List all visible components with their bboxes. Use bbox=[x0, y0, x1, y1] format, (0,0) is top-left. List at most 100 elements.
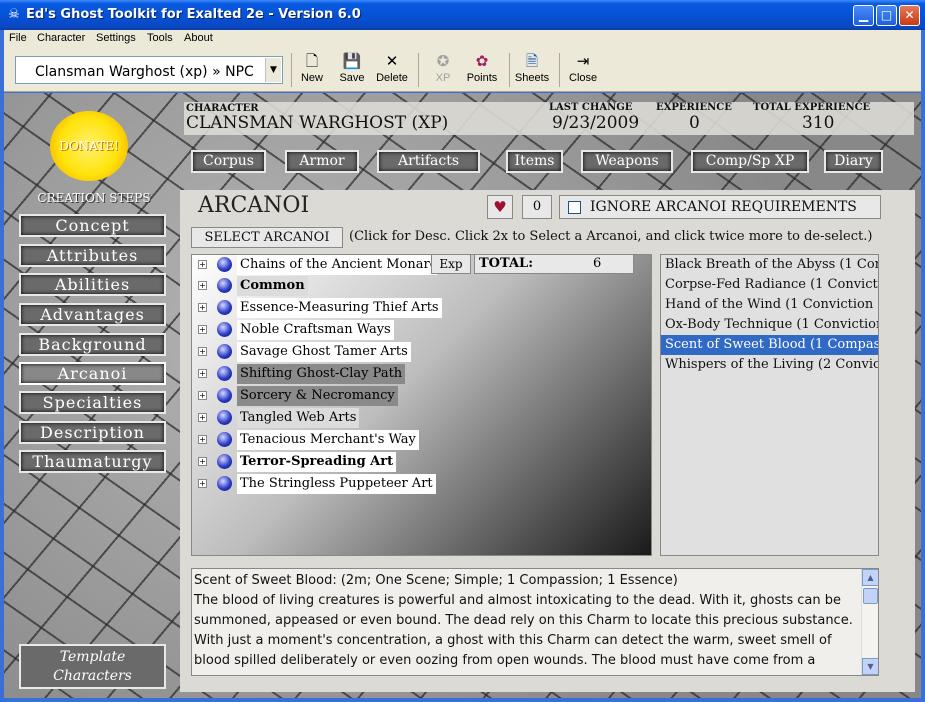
exp-button[interactable]: Exp bbox=[431, 255, 471, 274]
tree-item-label: Tenacious Merchant's Way bbox=[237, 430, 419, 450]
tab-artifacts[interactable]: Artifacts bbox=[377, 150, 480, 173]
points-button-label: Points bbox=[466, 72, 498, 84]
xp-button[interactable]: ✪ XP bbox=[431, 52, 455, 90]
points-button[interactable]: ✿ Points bbox=[466, 52, 498, 90]
menu-about[interactable]: About bbox=[184, 32, 213, 44]
total-experience-value: 310 bbox=[802, 113, 835, 133]
creation-steps-title: CREATION STEPS bbox=[37, 191, 151, 205]
expand-icon[interactable]: + bbox=[198, 435, 207, 444]
list-item[interactable]: Ox-Body Technique (1 Conviction bbox=[661, 315, 878, 335]
scroll-up-button[interactable]: ▲ bbox=[862, 569, 878, 586]
total-experience-label: TOTAL EXPERIENCE bbox=[753, 102, 871, 113]
select-hint: (Click for Desc. Click 2x to Select a Ar… bbox=[349, 229, 873, 244]
nav-concept[interactable]: Concept bbox=[19, 214, 166, 237]
character-name: CLANSMAN WARGHOST (XP) bbox=[186, 113, 449, 133]
expand-icon[interactable]: + bbox=[198, 281, 207, 290]
tree-item-label: Common bbox=[237, 276, 308, 296]
experience-value: 0 bbox=[689, 113, 700, 133]
favorite-heart-button[interactable]: ♥ bbox=[487, 195, 513, 219]
menu-settings[interactable]: Settings bbox=[96, 32, 136, 44]
save-button[interactable]: 💾 Save bbox=[339, 52, 365, 90]
donate-button[interactable]: DONATE! bbox=[50, 111, 128, 181]
list-item-selected[interactable]: Scent of Sweet Blood (1 Compassion bbox=[661, 335, 878, 355]
charm-description[interactable]: Scent of Sweet Blood: (2m; One Scene; Si… bbox=[191, 568, 879, 676]
character-select[interactable]: Clansman Warghost (xp) » NPC ▼ bbox=[15, 56, 283, 84]
tab-items[interactable]: Items bbox=[506, 150, 563, 173]
last-change-value: 9/23/2009 bbox=[552, 113, 640, 133]
toolbar-separator bbox=[509, 53, 510, 87]
select-arcanoi-button[interactable]: SELECT ARCANOI bbox=[191, 227, 343, 248]
expand-icon[interactable]: + bbox=[198, 457, 207, 466]
template-characters-button[interactable]: Template Characters bbox=[19, 644, 166, 689]
list-item[interactable]: Corpse-Fed Radiance (1 Conviction bbox=[661, 275, 878, 295]
blue-orb-icon bbox=[217, 322, 232, 337]
expand-icon[interactable]: + bbox=[198, 260, 207, 269]
list-item[interactable]: Hand of the Wind (1 Conviction bbox=[661, 295, 878, 315]
tree-item-label: Sorcery & Necromancy bbox=[237, 386, 398, 406]
expand-icon[interactable]: + bbox=[198, 369, 207, 378]
tree-item-label: Noble Craftsman Ways bbox=[237, 320, 394, 340]
list-item[interactable]: Whispers of the Living (2 Conviction bbox=[661, 355, 878, 375]
sheets-button[interactable]: 🗎 Sheets bbox=[514, 52, 550, 90]
close-button-label: Close bbox=[569, 72, 598, 84]
blue-orb-icon bbox=[217, 257, 232, 272]
total-value: 6 bbox=[593, 256, 602, 271]
expand-icon[interactable]: + bbox=[198, 479, 207, 488]
tab-armor[interactable]: Armor bbox=[285, 150, 359, 173]
window-title: Ed's Ghost Toolkit for Exalted 2e - Vers… bbox=[26, 7, 361, 22]
main-area: DONATE! CREATION STEPS Concept Attribute… bbox=[4, 93, 921, 698]
menu-bar: File Character Settings Tools About bbox=[4, 30, 921, 48]
expand-icon[interactable]: + bbox=[198, 303, 207, 312]
charm-list[interactable]: Black Breath of the Abyss (1 Conviction … bbox=[660, 254, 879, 556]
experience-label: EXPERIENCE bbox=[656, 102, 732, 113]
expand-icon[interactable]: + bbox=[198, 413, 207, 422]
total-label: TOTAL: bbox=[479, 256, 533, 271]
expand-icon[interactable]: + bbox=[198, 347, 207, 356]
tab-corpus[interactable]: Corpus bbox=[191, 150, 266, 173]
tree-item-label: Savage Ghost Tamer Arts bbox=[237, 342, 411, 362]
arcanoi-tree[interactable]: + Chains of the Ancient Monarch + Common… bbox=[191, 254, 652, 556]
maximize-button[interactable]: □ bbox=[876, 5, 897, 26]
blue-orb-icon bbox=[217, 476, 232, 491]
expand-icon[interactable]: + bbox=[198, 391, 207, 400]
toolbar: Clansman Warghost (xp) » NPC ▼ 🗋 New 💾 S… bbox=[4, 48, 921, 92]
nav-advantages[interactable]: Advantages bbox=[19, 303, 166, 326]
new-button[interactable]: 🗋 New bbox=[299, 52, 325, 90]
ignore-requirements-label: IGNORE ARCANOI REQUIREMENTS bbox=[590, 199, 857, 215]
delete-button-label: Delete bbox=[376, 72, 408, 84]
list-item[interactable]: Black Breath of the Abyss (1 Conviction bbox=[661, 255, 878, 275]
tab-diary[interactable]: Diary bbox=[824, 150, 883, 173]
tab-comp-sp-xp[interactable]: Comp/Sp XP bbox=[691, 150, 809, 173]
tab-weapons[interactable]: Weapons bbox=[581, 150, 673, 173]
blue-orb-icon bbox=[217, 300, 232, 315]
nav-specialties[interactable]: Specialties bbox=[19, 391, 166, 414]
minimize-button[interactable]: ▁ bbox=[853, 5, 874, 26]
close-button[interactable]: ⇥ Close bbox=[569, 52, 597, 90]
blue-orb-icon bbox=[217, 366, 232, 381]
description-scrollbar[interactable]: ▲ ▼ bbox=[861, 569, 878, 675]
menu-tools[interactable]: Tools bbox=[147, 32, 173, 44]
delete-icon: ✕ bbox=[385, 53, 399, 70]
description-text: Scent of Sweet Blood: (2m; One Scene; Si… bbox=[194, 573, 853, 668]
nav-arcanoi[interactable]: Arcanoi bbox=[19, 362, 166, 385]
nav-attributes[interactable]: Attributes bbox=[19, 244, 166, 267]
ignore-requirements-checkbox[interactable] bbox=[568, 201, 581, 214]
menu-character[interactable]: Character bbox=[37, 32, 85, 44]
ignore-requirements-toggle[interactable]: IGNORE ARCANOI REQUIREMENTS bbox=[559, 195, 881, 219]
delete-button[interactable]: ✕ Delete bbox=[375, 52, 409, 90]
menu-file[interactable]: File bbox=[9, 32, 27, 44]
nav-description[interactable]: Description bbox=[19, 421, 166, 444]
expand-icon[interactable]: + bbox=[198, 325, 207, 334]
new-document-icon: 🗋 bbox=[305, 53, 319, 70]
ghost-app-icon[interactable]: ☠ bbox=[6, 7, 22, 23]
close-window-button[interactable]: ✕ bbox=[899, 5, 920, 26]
tree-item-label: Chains of the Ancient Monarch bbox=[237, 255, 437, 275]
nav-background[interactable]: Background bbox=[19, 333, 166, 356]
nav-abilities[interactable]: Abilities bbox=[19, 273, 166, 296]
tree-item-label: Terror-Spreading Art bbox=[237, 452, 397, 472]
nav-thaumaturgy[interactable]: Thaumaturgy bbox=[19, 450, 166, 473]
chevron-down-icon[interactable]: ▼ bbox=[265, 58, 281, 82]
blue-orb-icon bbox=[217, 344, 232, 359]
scroll-down-button[interactable]: ▼ bbox=[862, 658, 878, 675]
scroll-thumb[interactable] bbox=[863, 588, 878, 604]
